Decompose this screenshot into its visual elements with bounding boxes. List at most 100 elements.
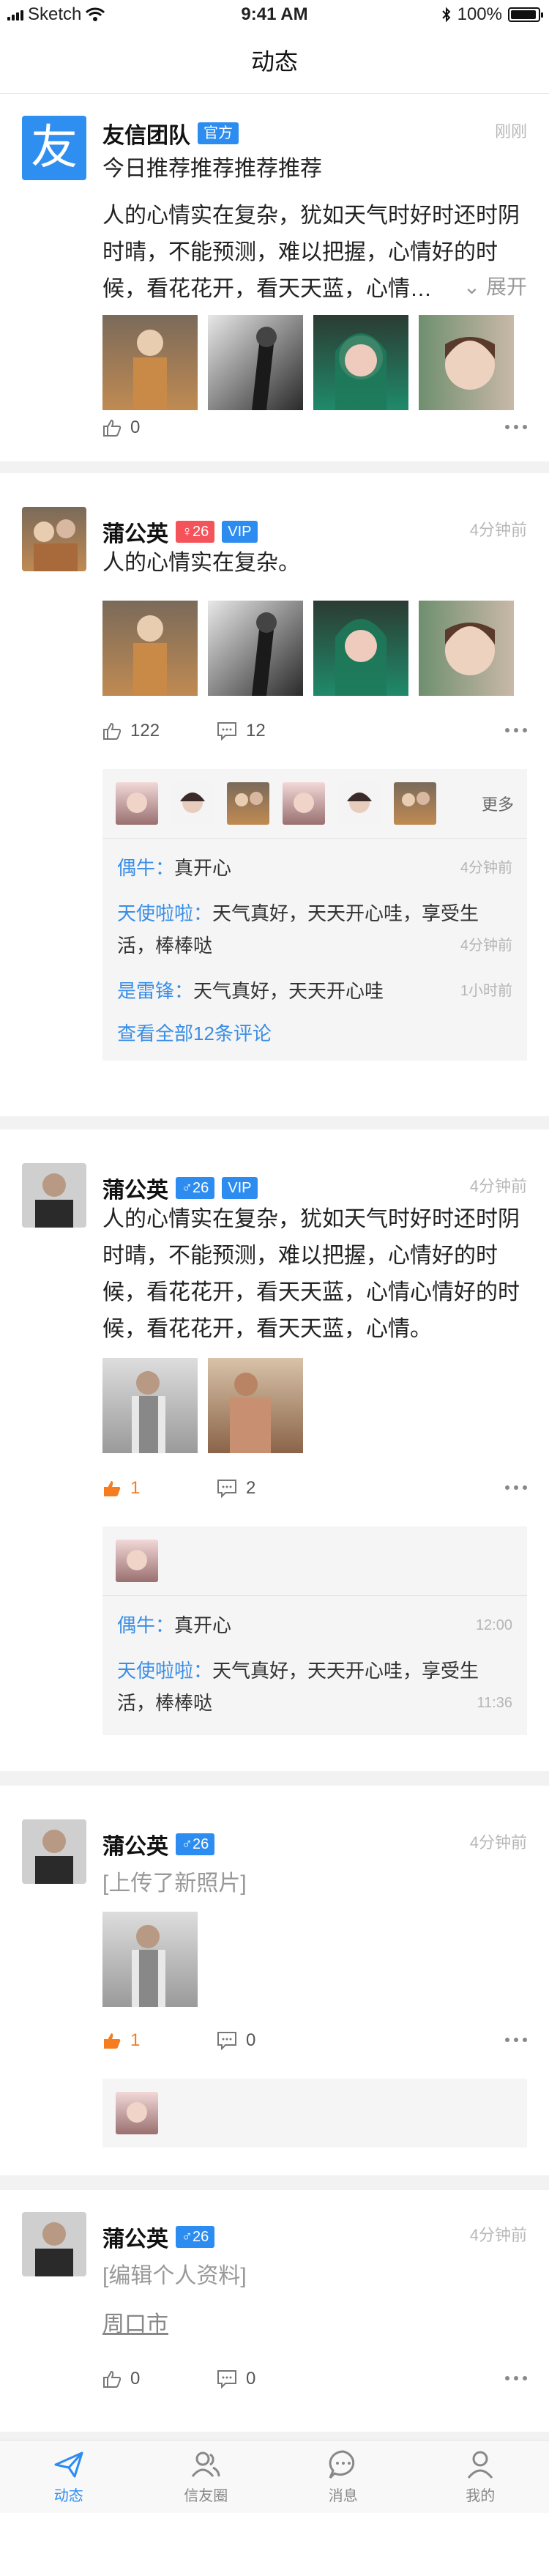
author-name[interactable]: 蒲公英 [102,1172,168,1204]
comment-text: 天气真好，天天开心哇，享受生 [212,902,479,924]
avatar[interactable] [22,1163,86,1228]
thumbs-up-icon [104,1481,121,1496]
comment-item[interactable]: 是雷锋：天气真好，天天开心哇 1小时前 [102,975,527,1007]
post-time: 4分钟前 [469,2226,527,2244]
tab-messages[interactable]: 消息 [274,2440,412,2513]
avatar[interactable] [22,1819,86,1884]
activity-note: [编辑个人资料] [102,2264,247,2288]
post-photo[interactable] [313,601,408,696]
comment-count: 0 [246,2369,256,2388]
comment-author[interactable]: 是雷锋： [117,980,193,1002]
location-link[interactable]: 周口市 [102,2306,168,2338]
comment-author[interactable]: 天使啦啦： [117,1660,212,1682]
feed-post: 蒲公英 ♂26 VIP 4分钟前 人的心情实在复杂，犹如天气时好时还时阴 时晴，… [0,1129,549,1771]
like-count: 0 [130,2369,141,2388]
vip-badge: VIP [222,1177,258,1199]
tab-friends[interactable]: 信友圈 [138,2440,275,2513]
avatar[interactable] [22,507,86,571]
comment-time: 1小时前 [460,983,512,999]
comment-button[interactable]: 0 [217,2369,255,2389]
author-name[interactable]: 蒲公英 [102,1828,168,1860]
avatar[interactable]: 友 [22,116,86,180]
like-button[interactable]: 1 [102,1478,140,1499]
post-photo[interactable] [419,315,514,410]
gender-age-badge: ♂26 [176,1833,215,1855]
more-likers-link[interactable]: 更多 [482,792,514,815]
post-photo[interactable] [102,1912,198,2007]
post-photo[interactable] [102,315,198,410]
page-title: 动态 [250,48,298,75]
feed-post: 友 友信团队 官方 刚刚 今日推荐推荐推荐推荐 人的心情实在复杂，犹如天气时好时… [0,94,549,461]
comment-item[interactable]: 天使啦啦：天气真好，天天开心哇，享受生 活，棒棒哒 11:36 [102,1655,527,1719]
post-photo[interactable] [419,601,514,696]
post-photo[interactable] [208,1358,303,1453]
comment-icon [217,2032,236,2050]
feed-post: 蒲公英 ♀26 VIP 4分钟前 人的心情实在复杂。 122 12 更多 偶牛：… [0,473,549,1116]
more-options-icon[interactable] [505,2376,527,2380]
more-options-icon[interactable] [505,2038,527,2042]
interaction-panel: 偶牛：真开心 12:00 天使啦啦：天气真好，天天开心哇，享受生 活，棒棒哒 1… [102,1526,527,1735]
author-name[interactable]: 友信团队 [102,117,190,149]
like-button[interactable]: 122 [102,721,160,741]
tab-me[interactable]: 我的 [412,2440,549,2513]
person-icon [468,2451,493,2479]
comment-button[interactable]: 12 [217,721,266,741]
friends-icon [192,2451,220,2477]
author-name[interactable]: 蒲公英 [102,516,168,548]
expand-button[interactable]: ⌄ 展开 [463,271,527,300]
post-title: 今日推荐推荐推荐推荐 [102,157,322,181]
interaction-panel: 更多 偶牛：真开心 4分钟前 天使啦啦：天气真好，天天开心哇，享受生 活，棒棒哒… [102,769,527,1061]
comment-time: 12:00 [475,1617,512,1633]
photo-grid [102,1358,303,1453]
more-options-icon[interactable] [505,425,527,429]
avatar[interactable] [22,2212,86,2276]
liker-avatar[interactable] [116,1540,158,1582]
battery-icon [508,7,543,22]
comment-item[interactable]: 天使啦啦：天气真好，天天开心哇，享受生 活，棒棒哒 4分钟前 [102,897,527,962]
post-photo[interactable] [102,1358,198,1453]
comment-time: 4分钟前 [460,860,512,876]
post-time: 4分钟前 [469,1833,527,1852]
liker-avatar[interactable] [116,2092,158,2134]
view-all-comments-link[interactable]: 查看全部12条评论 [102,1007,527,1061]
post-photo[interactable] [208,601,303,696]
comment-time: 11:36 [477,1695,512,1711]
post-photo[interactable] [208,315,303,410]
thumbs-up-icon [104,2033,121,2049]
comment-text: 天气真好，天天开心哇，享受生 [212,1660,479,1682]
liker-avatar[interactable] [227,782,269,825]
like-count: 122 [130,721,160,740]
comment-author[interactable]: 偶牛： [117,857,174,879]
like-button[interactable]: 1 [102,2030,140,2051]
like-button[interactable]: 0 [102,417,140,438]
comment-count: 0 [246,2030,256,2050]
comment-text: 真开心 [174,857,232,879]
photo-grid [102,1912,198,2007]
liker-avatar[interactable] [171,782,214,825]
more-options-icon[interactable] [505,728,527,732]
liker-avatar[interactable] [116,782,158,825]
like-button[interactable]: 0 [102,2369,140,2389]
gender-age-badge: ♂26 [176,2226,215,2248]
tab-label: 动态 [53,2488,83,2504]
post-photo[interactable] [313,315,408,410]
author-name[interactable]: 蒲公英 [102,2221,168,2253]
tab-feed[interactable]: 动态 [0,2440,138,2513]
comment-text: 天气真好，天天开心哇 [193,980,384,1002]
home-indicator-area [0,2513,549,2576]
liker-avatar[interactable] [394,782,436,825]
paper-plane-icon [54,2451,83,2478]
comment-button[interactable]: 2 [217,1478,255,1499]
comment-author[interactable]: 偶牛： [117,1614,174,1636]
post-photo[interactable] [102,601,198,696]
feed-post: 蒲公英 ♂26 4分钟前 [上传了新照片] 1 0 [0,1786,549,2175]
comment-count: 12 [246,721,266,740]
more-options-icon[interactable] [505,1485,527,1490]
post-text: 人的心情实在复杂。 [102,551,300,575]
liker-avatar[interactable] [338,782,381,825]
liker-avatar[interactable] [283,782,325,825]
comment-item[interactable]: 偶牛：真开心 4分钟前 [102,852,527,884]
comment-author[interactable]: 天使啦啦： [117,902,212,924]
comment-button[interactable]: 0 [217,2030,255,2051]
comment-item[interactable]: 偶牛：真开心 12:00 [102,1609,527,1641]
